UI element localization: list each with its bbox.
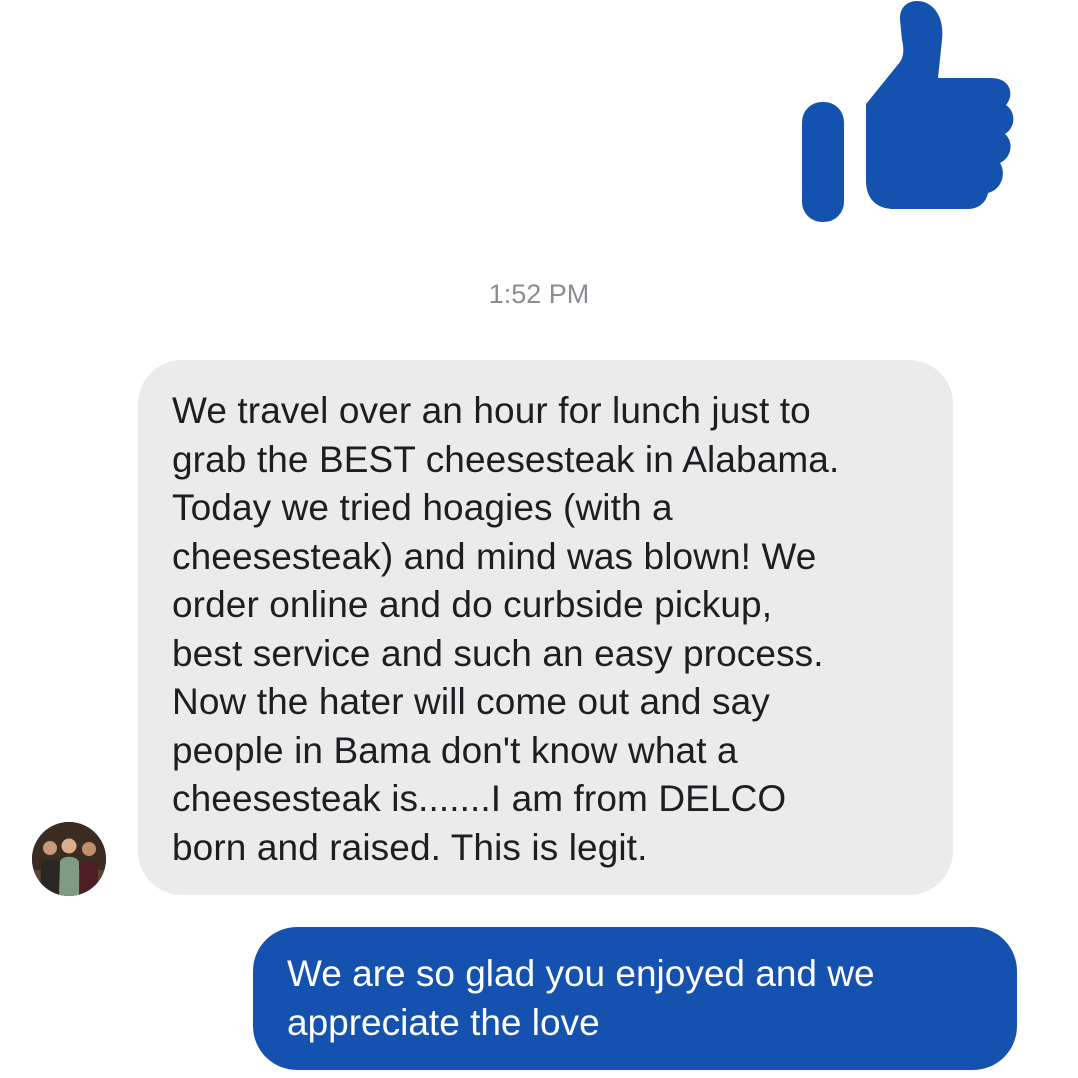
thumbs-up-icon[interactable] bbox=[798, 0, 1014, 224]
outgoing-message-text: We are so glad you enjoyed and we apprec… bbox=[287, 953, 875, 1043]
incoming-message-text: We travel over an hour for lunch just to… bbox=[172, 390, 840, 868]
outgoing-message-bubble[interactable]: We are so glad you enjoyed and we apprec… bbox=[253, 927, 1017, 1070]
incoming-message-bubble[interactable]: We travel over an hour for lunch just to… bbox=[138, 360, 953, 895]
message-timestamp: 1:52 PM bbox=[488, 279, 590, 309]
sender-avatar[interactable] bbox=[32, 822, 106, 896]
